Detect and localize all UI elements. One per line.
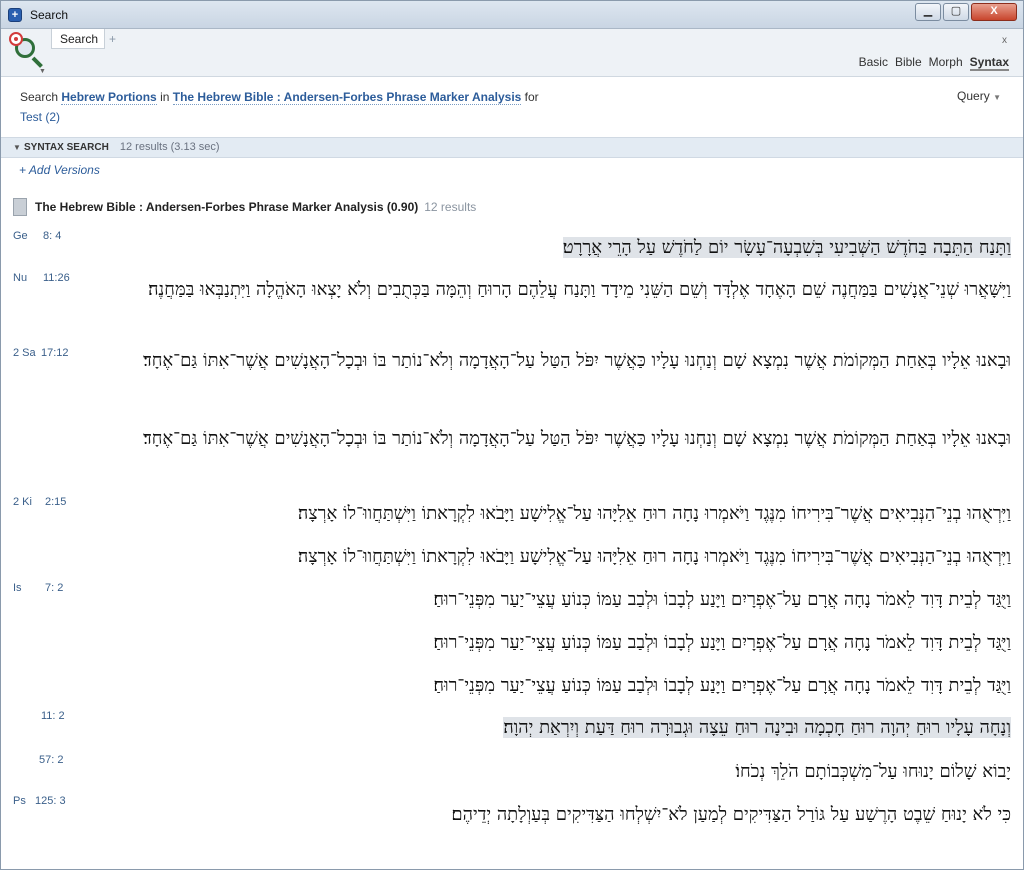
verse-text[interactable]: וַיֻּגַּד לְבֵית דָּוִד לֵאמֹר נָחָה אֲר…	[351, 627, 1011, 659]
add-tab-button[interactable]: +	[109, 32, 116, 46]
version-title[interactable]: The Hebrew Bible : Andersen-Forbes Phras…	[35, 196, 476, 218]
chevron-down-icon: ▼	[993, 93, 1001, 102]
ref-verse[interactable]: 17:12	[41, 347, 69, 359]
query-for: for	[524, 90, 539, 104]
app-icon: +	[8, 8, 22, 22]
mode-syntax[interactable]: Syntax	[969, 55, 1009, 71]
mode-bible[interactable]: Bible	[895, 55, 922, 71]
add-versions-link[interactable]: + Add Versions	[19, 163, 100, 177]
query-prefix: Search	[20, 90, 59, 104]
query-menu-label: Query	[957, 89, 990, 103]
query-description: Search Hebrew Portions in The Hebrew Bib…	[20, 87, 940, 127]
target-icon	[9, 32, 23, 46]
ref-book[interactable]: 2 Sa	[13, 347, 36, 359]
ref-verse[interactable]: 8: 4	[43, 230, 61, 242]
verse-text-span: וְנָחָה עָלָיו רוּחַ יְהוָה רוּחַ חָכְמָ…	[503, 717, 1011, 738]
verse-text[interactable]: וּבָאנוּ אֵלָיו בְּאַחַת הַמְּקוֹמֹת אֲש…	[91, 345, 1011, 377]
verse-text[interactable]: וַיִּרְאֻהוּ בְנֵי־הַנְּבִיאִים אֲשֶׁר־ב…	[191, 498, 1011, 530]
verse-text[interactable]: וְנָחָה עָלָיו רוּחַ יְהוָה רוּחַ חָכְמָ…	[421, 712, 1011, 744]
ref-verse[interactable]: 11:26	[43, 272, 70, 284]
verse-text[interactable]: וַיִּשָּׁאֲרוּ שְׁנֵי־אֲנָשִׁים בַּמַּחֲ…	[91, 274, 1011, 306]
window-title: Search	[30, 8, 69, 22]
tab-search[interactable]: Search	[51, 29, 105, 49]
ref-verse[interactable]: 11: 2	[41, 710, 65, 722]
search-mode-tabs: Basic Bible Morph Syntax	[859, 55, 1009, 71]
verse-text[interactable]: וַיִּרְאֻהוּ בְנֵי־הַנְּבִיאִים אֲשֶׁר־ב…	[191, 541, 1011, 573]
ref-verse[interactable]: 2:15	[45, 496, 66, 508]
ref-book[interactable]: Nu	[13, 272, 27, 284]
ref-book[interactable]: Is	[13, 582, 22, 594]
verse-text[interactable]: כִּי לֹא יָנוּחַ שֵׁבֶט הָרֶשַׁע עַל גּו…	[371, 799, 1011, 831]
verse-text[interactable]: וַיֻּגַּד לְבֵית דָּוִד לֵאמֹר נָחָה אֲר…	[351, 584, 1011, 616]
ref-verse[interactable]: 57: 2	[39, 754, 63, 766]
verse-text[interactable]: וַתָּנַח הַתֵּבָה בַּחֹדֶשׁ הַשְּׁבִיעִי…	[451, 232, 1011, 264]
search-window: + Search ▁ ▢ X ▼ Search + x Basic Bible …	[0, 0, 1024, 870]
mode-morph[interactable]: Morph	[929, 55, 963, 71]
ref-book[interactable]: Ge	[13, 230, 28, 242]
results-label: SYNTAX SEARCH	[23, 142, 109, 153]
query-term-link[interactable]: Test (2)	[20, 110, 60, 124]
close-tab-button[interactable]: x	[1002, 35, 1007, 46]
minimize-button[interactable]: ▁	[915, 3, 941, 21]
bible-link[interactable]: The Hebrew Bible : Andersen-Forbes Phras…	[172, 90, 522, 105]
collapse-triangle-icon[interactable]: ▼	[13, 143, 21, 152]
ref-verse[interactable]: 125: 3	[35, 795, 66, 807]
version-count: 12 results	[424, 200, 477, 214]
ref-book[interactable]: Ps	[13, 795, 26, 807]
results-header[interactable]: ▼ SYNTAX SEARCH 12 results (3.13 sec)	[1, 137, 1023, 158]
verse-text-span: וַתָּנַח הַתֵּבָה בַּחֹדֶשׁ הַשְּׁבִיעִי…	[562, 237, 1011, 258]
results-count: 12 results (3.13 sec)	[119, 141, 220, 153]
verse-text[interactable]: יָבוֹא שָׁלוֹם יָנוּחוּ עַל־מִשְׁכְּבוֹת…	[681, 756, 1011, 788]
verse-text[interactable]: וַיֻּגַּד לְבֵית דָּוִד לֵאמֹר נָחָה אֲר…	[351, 670, 1011, 702]
query-in: in	[160, 90, 170, 104]
ref-verse[interactable]: 7: 2	[45, 582, 63, 594]
search-icon[interactable]: ▼	[9, 32, 49, 75]
maximize-button[interactable]: ▢	[943, 3, 969, 21]
dropdown-caret-icon[interactable]: ▼	[39, 68, 46, 75]
book-icon	[13, 198, 27, 216]
close-button[interactable]: X	[971, 3, 1017, 21]
version-header: The Hebrew Bible : Andersen-Forbes Phras…	[13, 196, 1013, 220]
query-menu-button[interactable]: Query ▼	[957, 89, 1001, 103]
title-bar[interactable]: + Search ▁ ▢ X	[1, 1, 1023, 29]
verse-text[interactable]: וּבָאנוּ אֵלָיו בְּאַחַת הַמְּקוֹמֹת אֲש…	[91, 423, 1011, 455]
toolbar: ▼ Search + x Basic Bible Morph Syntax	[1, 29, 1023, 77]
ref-book[interactable]: 2 Ki	[13, 496, 32, 508]
version-title-text: The Hebrew Bible : Andersen-Forbes Phras…	[35, 200, 419, 214]
scope-link[interactable]: Hebrew Portions	[61, 90, 157, 105]
mode-basic[interactable]: Basic	[859, 55, 888, 71]
